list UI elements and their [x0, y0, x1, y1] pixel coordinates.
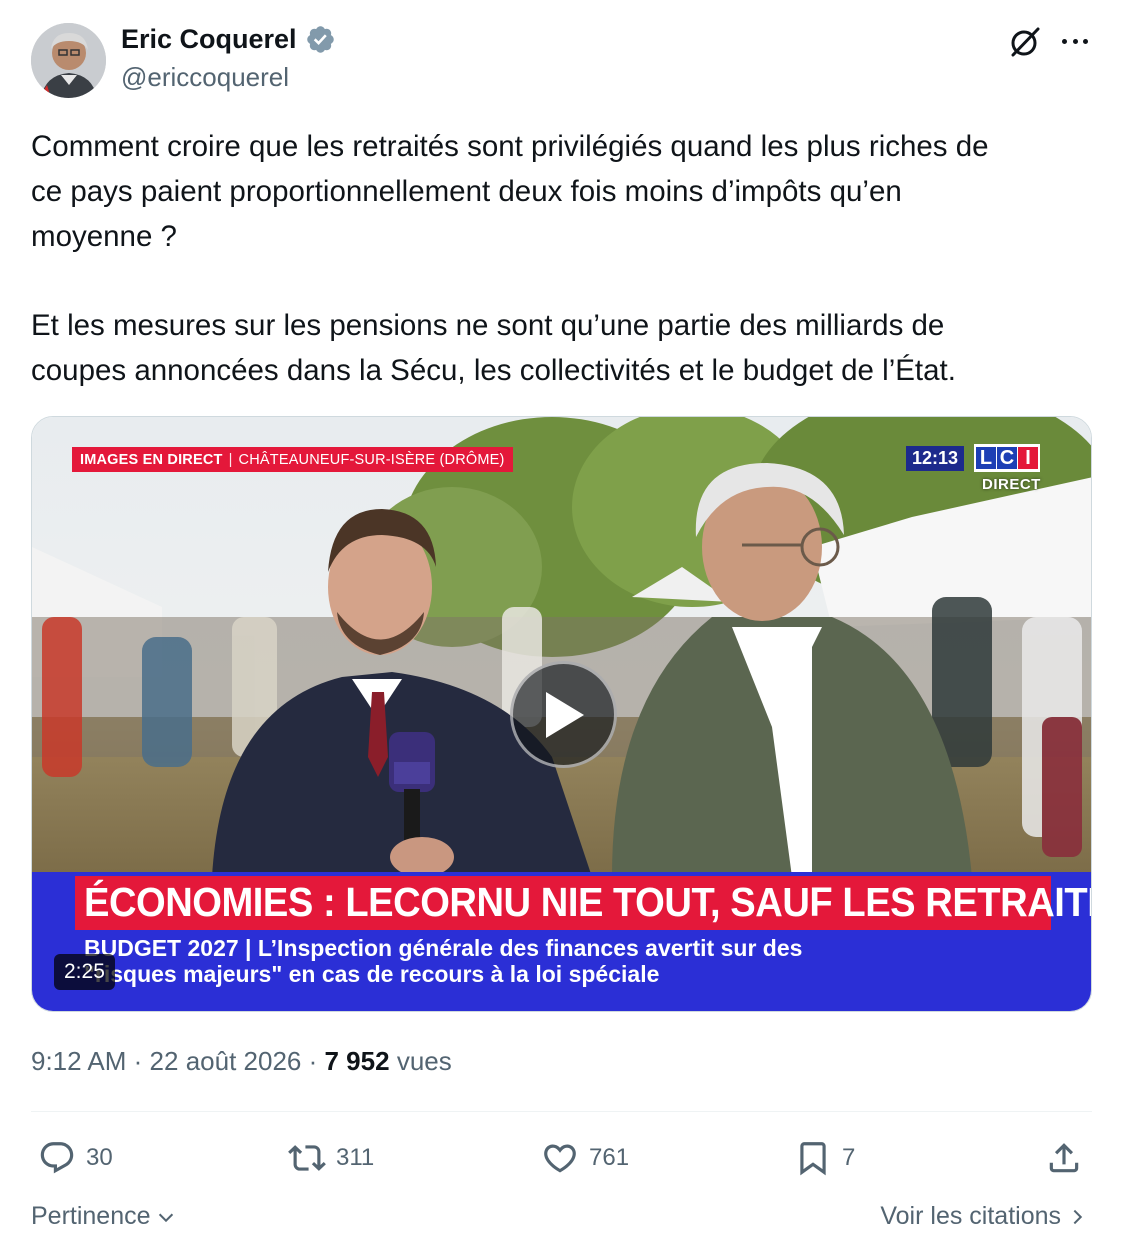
video-subline-1: BUDGET 2027 | L’Inspection générale des … — [84, 935, 803, 961]
play-icon — [545, 691, 584, 738]
verified-badge-icon — [306, 26, 334, 53]
retweet-button[interactable]: 311 — [288, 1138, 374, 1178]
play-button[interactable] — [510, 661, 617, 768]
lci-logo: L C I — [974, 444, 1040, 472]
live-tag-location: CHÂTEAUNEUF-SUR-ISÈRE (DRÔME) — [238, 451, 505, 468]
tweet-paragraph-2: Et les mesures sur les pensions ne sont … — [31, 309, 956, 387]
live-tag-separator: | — [228, 451, 233, 468]
reply-icon — [40, 1142, 74, 1174]
sort-label: Pertinence — [31, 1202, 151, 1230]
like-count: 761 — [589, 1144, 630, 1171]
heart-icon — [544, 1144, 576, 1173]
views-label: vues — [396, 1046, 452, 1076]
author-name-row[interactable]: Eric Coquerel — [121, 24, 336, 55]
avatar[interactable] — [31, 23, 106, 98]
retweet-count: 311 — [336, 1144, 375, 1171]
views-count: 7 952 — [324, 1046, 390, 1076]
tweet-meta: 9:12 AM · 22 août 2026 · 7 952 vues — [31, 1046, 452, 1077]
share-button[interactable] — [1045, 1138, 1083, 1178]
reply-count: 30 — [86, 1144, 113, 1171]
retweet-icon — [288, 1145, 326, 1171]
more-options-icon[interactable] — [1058, 28, 1092, 54]
tweet-time[interactable]: 9:12 AM — [31, 1046, 126, 1076]
like-button[interactable]: 761 — [541, 1138, 629, 1178]
author-name[interactable]: Eric Coquerel — [121, 24, 297, 55]
share-icon — [1049, 1143, 1079, 1173]
broadcast-clock: 12:13 — [906, 446, 965, 471]
bookmark-button[interactable]: 7 — [794, 1138, 855, 1178]
lci-logo-letter: C — [997, 447, 1017, 469]
live-tag: IMAGES EN DIRECT | CHÂTEAUNEUF-SUR-ISÈRE… — [72, 447, 513, 472]
tweet-date[interactable]: 22 août 2026 — [150, 1046, 302, 1076]
tweet-paragraph-1: Comment croire que les retraités sont pr… — [31, 130, 989, 253]
view-quotes-link[interactable]: Voir les citations — [880, 1202, 1087, 1231]
meta-dot: · — [308, 1046, 318, 1076]
chevron-right-icon — [1073, 1209, 1083, 1224]
grok-icon[interactable] — [1007, 24, 1043, 60]
bookmark-icon — [800, 1142, 826, 1176]
video-player[interactable]: IMAGES EN DIRECT | CHÂTEAUNEUF-SUR-ISÈRE… — [31, 416, 1092, 1012]
chevron-down-icon — [158, 1213, 173, 1222]
view-quotes-label: Voir les citations — [880, 1202, 1061, 1230]
meta-dot: · — [133, 1046, 143, 1076]
avatar-image — [31, 23, 106, 98]
divider — [31, 1111, 1092, 1112]
tweet-text: Comment croire que les retraités sont pr… — [31, 124, 1101, 393]
video-subline-2: "risques majeurs" en cas de recours à la… — [84, 961, 660, 987]
video-subline: BUDGET 2027 | L’Inspection générale des … — [84, 935, 1054, 987]
video-headline: ÉCONOMIES : LECORNU NIE TOUT, SAUF LES R… — [84, 879, 1092, 925]
lci-logo-letter: I — [1018, 447, 1038, 469]
lci-logo-letter: L — [976, 447, 996, 469]
reply-button[interactable]: 30 — [38, 1138, 113, 1178]
video-duration: 2:25 — [54, 954, 115, 990]
direct-label: DIRECT — [982, 476, 1041, 493]
sort-dropdown[interactable]: Pertinence — [31, 1202, 177, 1231]
live-tag-label: IMAGES EN DIRECT — [80, 451, 223, 468]
bookmark-count: 7 — [842, 1144, 856, 1171]
author-handle[interactable]: @ericcoquerel — [121, 62, 289, 93]
